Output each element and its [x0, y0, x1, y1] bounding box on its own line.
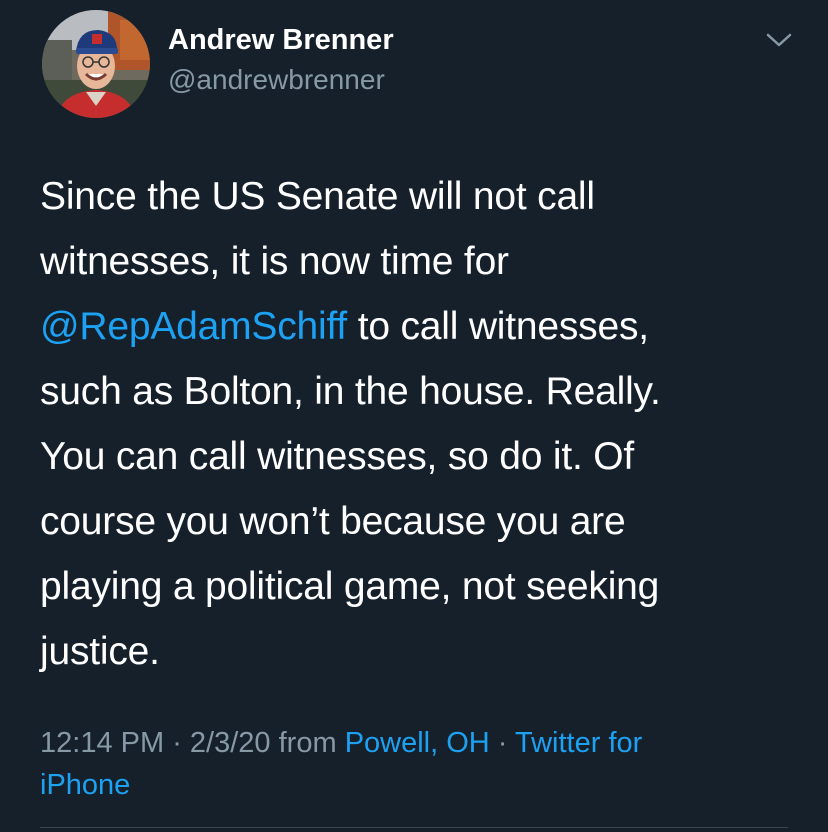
mention-link[interactable]: @RepAdamSchiff: [40, 305, 347, 348]
avatar[interactable]: [42, 10, 150, 118]
author-handle[interactable]: @andrewbrenner: [168, 64, 385, 96]
separator: ·: [164, 727, 190, 759]
separator: ·: [489, 727, 515, 759]
profile-photo-icon: [42, 10, 150, 118]
tweet-date[interactable]: 2/3/20: [190, 727, 271, 759]
tweet-metadata: 12:14 PM · 2/3/20 from Powell, OH · Twit…: [40, 722, 800, 806]
meta-line: iPhone: [40, 764, 800, 806]
divider: [40, 827, 788, 828]
tweet-text: Since the US Senate will not call witnes…: [40, 164, 800, 684]
meta-line: 12:14 PM · 2/3/20 from Powell, OH · Twit…: [40, 722, 800, 764]
location-link[interactable]: Powell, OH: [345, 727, 490, 759]
tweet-line: playing a political game, not seeking: [40, 565, 660, 608]
source-link-continued[interactable]: iPhone: [40, 769, 130, 801]
tweet-line: witnesses, it is now time for: [40, 240, 509, 283]
source-link[interactable]: Twitter for: [515, 727, 642, 759]
tweet-line: @RepAdamSchiff to call witnesses,: [40, 294, 800, 359]
tweet-line: You can call witnesses, so do it. Of: [40, 435, 635, 478]
tweet-time[interactable]: 12:14 PM: [40, 727, 164, 759]
tweet-line: Since the US Senate will not call: [40, 175, 595, 218]
tweet-line: course you won’t because you are: [40, 500, 626, 543]
tweet-line-text: to call witnesses,: [347, 305, 649, 348]
from-label: from: [270, 727, 345, 759]
tweet-line: justice.: [40, 630, 160, 673]
tweet-line: such as Bolton, in the house. Really.: [40, 370, 661, 413]
chevron-down-icon[interactable]: [764, 28, 794, 52]
author-display-name[interactable]: Andrew Brenner: [168, 24, 394, 57]
